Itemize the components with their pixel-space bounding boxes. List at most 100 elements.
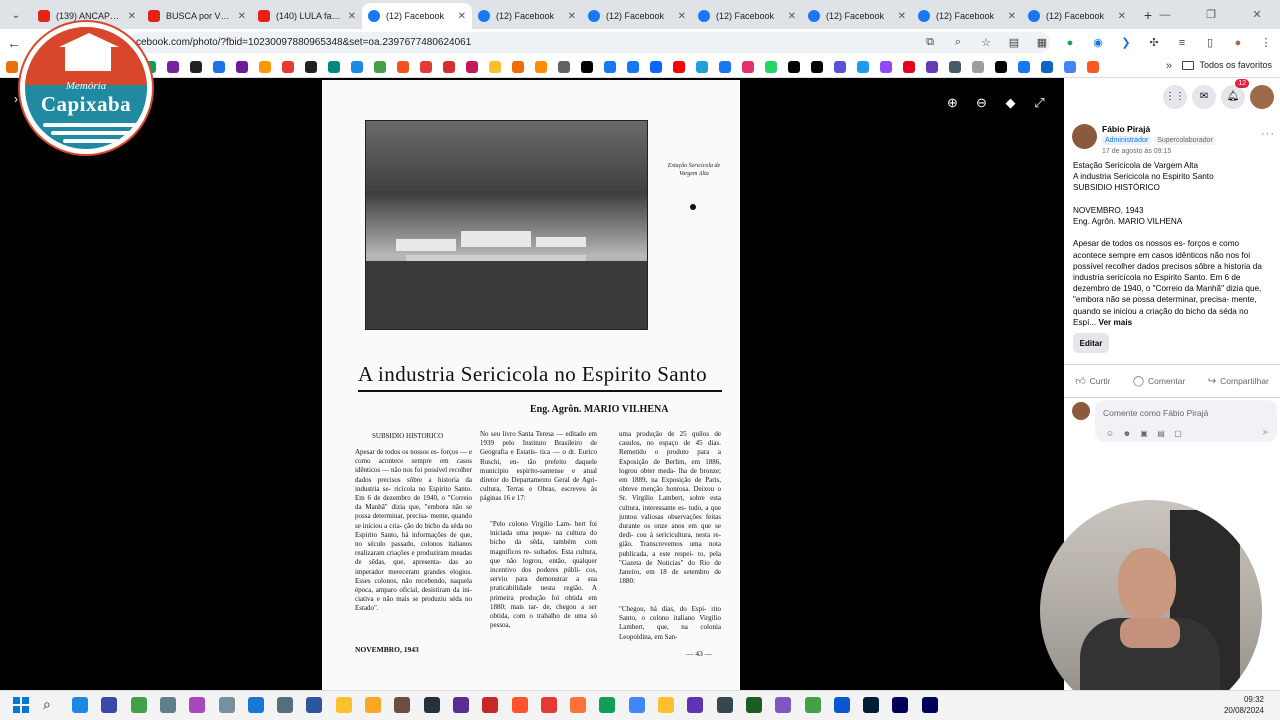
bookmark-favicon-icon[interactable]	[696, 60, 708, 73]
browser-tab[interactable]: (12) Facebook ✕	[692, 3, 802, 29]
tab-close-icon[interactable]: ✕	[898, 11, 906, 22]
bookmark-favicon-icon[interactable]	[834, 60, 846, 73]
bookmark-favicon-icon[interactable]	[397, 60, 409, 73]
taskbar-app-icon[interactable]	[335, 697, 352, 713]
tab-close-icon[interactable]: ✕	[1008, 11, 1016, 22]
taskbar-app-icon[interactable]	[306, 697, 323, 713]
taskbar-app-icon[interactable]	[72, 697, 88, 713]
bookmark-favicon-icon[interactable]	[305, 60, 317, 73]
taskbar-app-icon[interactable]	[482, 697, 499, 713]
puzzle-icon[interactable]: ✣	[1143, 32, 1165, 54]
edit-button[interactable]: Editar	[1073, 333, 1109, 353]
bookmark-favicon-icon[interactable]	[995, 60, 1007, 73]
reading-list-icon[interactable]: ≡	[1171, 32, 1193, 54]
taskbar-app-icon[interactable]	[687, 697, 704, 713]
tab-close-icon[interactable]: ✕	[678, 11, 686, 22]
bookmark-favicon-icon[interactable]	[581, 60, 593, 73]
browser-tab[interactable]: (12) Facebook ✕	[802, 3, 912, 29]
taskbar-app-icon[interactable]	[130, 697, 147, 713]
taskbar-app-icon[interactable]	[628, 697, 645, 713]
taskbar-app-icon[interactable]	[921, 697, 938, 713]
bookmark-favicon-icon[interactable]	[167, 60, 179, 73]
bookmark-favicon-icon[interactable]	[604, 60, 616, 73]
bookmark-favicon-icon[interactable]	[857, 60, 869, 73]
bookmark-favicon-icon[interactable]	[673, 60, 685, 73]
taskbar-app-icon[interactable]	[804, 697, 821, 713]
tab-close-icon[interactable]: ✕	[568, 11, 576, 22]
taskbar-app-icon[interactable]	[570, 697, 587, 713]
bookmark-favicon-icon[interactable]	[903, 60, 915, 73]
taskbar-app-icon[interactable]	[745, 697, 762, 713]
taskbar-app-icon[interactable]	[775, 697, 792, 713]
bookmark-favicon-icon[interactable]	[236, 60, 248, 73]
browser-tab[interactable]: BUSCA por VPN n ✕	[142, 3, 252, 29]
search-icon[interactable]: ⌕	[43, 696, 51, 713]
close-window-icon[interactable]: ✕	[1234, 0, 1280, 29]
bookmark-favicon-icon[interactable]	[1087, 60, 1099, 73]
taskbar-app-icon[interactable]	[540, 697, 557, 713]
comment-input[interactable]: Comente como Fábio Pirajá ☺ ☻ ▣ ▤ ▢ ➤	[1095, 400, 1277, 442]
browser-tab[interactable]: (12) Facebook ✕	[362, 3, 472, 29]
taskbar-app-icon[interactable]	[863, 697, 880, 713]
taskbar-app-icon[interactable]	[101, 697, 118, 713]
tab-close-icon[interactable]: ✕	[238, 11, 246, 22]
zoom-out-icon[interactable]: ⊖	[967, 92, 996, 114]
bookmark-favicon-icon[interactable]	[1064, 60, 1076, 73]
taskbar-app-icon[interactable]	[189, 697, 206, 713]
browser-menu-icon[interactable]: ⋮	[1255, 32, 1277, 54]
bookmark-favicon-icon[interactable]	[558, 60, 570, 73]
zoom-in-icon[interactable]: ⊕	[938, 92, 967, 114]
comment-button[interactable]: ◯ Comentar	[1133, 376, 1186, 387]
bookmark-favicon-icon[interactable]	[926, 60, 938, 73]
tag-icon[interactable]: ◆	[996, 92, 1025, 114]
browser-tab[interactable]: (12) Facebook ✕	[912, 3, 1022, 29]
bookmark-star-icon[interactable]: ☆	[975, 32, 997, 54]
send-icon[interactable]: ➤	[1261, 427, 1269, 438]
post-author[interactable]: Fábio Pirajá	[1102, 124, 1150, 134]
like-button[interactable]: 👍︎ Curtir	[1075, 375, 1110, 387]
avatar-sticker-icon[interactable]: ☺	[1103, 428, 1117, 438]
fullscreen-icon[interactable]: ⤢	[1025, 92, 1054, 114]
bookmark-favicon-icon[interactable]	[512, 60, 524, 73]
extension-icon[interactable]: ▤	[1003, 32, 1025, 54]
bookmark-favicon-icon[interactable]	[650, 60, 662, 73]
bookmark-favicon-icon[interactable]	[1018, 60, 1030, 73]
bookmark-favicon-icon[interactable]	[949, 60, 961, 73]
taskbar-app-icon[interactable]	[511, 697, 528, 713]
bookmark-favicon-icon[interactable]	[489, 60, 501, 73]
browser-tab[interactable]: (12) Facebook ✕	[582, 3, 692, 29]
restore-icon[interactable]: ❐	[1188, 0, 1234, 29]
tab-search-button[interactable]: ⌄	[4, 3, 28, 27]
bookmark-favicon-icon[interactable]	[719, 60, 731, 73]
browser-tab[interactable]: (12) Facebook ✕	[1022, 3, 1132, 29]
bookmark-favicon-icon[interactable]	[351, 60, 363, 73]
author-avatar[interactable]	[1072, 124, 1097, 149]
bookmark-favicon-icon[interactable]	[742, 60, 754, 73]
side-panel-icon[interactable]: ▯	[1199, 32, 1221, 54]
extension-icon[interactable]: ◉	[1087, 32, 1109, 54]
browser-tab[interactable]: (140) LULA favore ✕	[252, 3, 362, 29]
taskbar-app-icon[interactable]	[716, 697, 733, 713]
camera-icon[interactable]: ▣	[1137, 428, 1151, 438]
post-timestamp[interactable]: 17 de agosto às 09:15	[1102, 148, 1171, 155]
bookmark-favicon-icon[interactable]	[190, 60, 202, 73]
bookmark-favicon-icon[interactable]	[466, 60, 478, 73]
profile-avatar[interactable]: ●	[1227, 32, 1249, 54]
see-more-link[interactable]: Ver mais	[1099, 318, 1133, 327]
post-options-button[interactable]: ···	[1261, 128, 1275, 140]
bookmark-favicon-icon[interactable]	[535, 60, 547, 73]
tab-close-icon[interactable]: ✕	[128, 11, 136, 22]
extension-icon[interactable]: ●	[1059, 32, 1081, 54]
taskbar-app-icon[interactable]	[423, 697, 440, 713]
taskbar-app-icon[interactable]	[394, 697, 411, 713]
start-button[interactable]	[13, 697, 29, 713]
menu-grid-button[interactable]: ⋮⋮	[1163, 84, 1187, 109]
bookmark-favicon-icon[interactable]	[627, 60, 639, 73]
extension-icon[interactable]: ❯	[1115, 32, 1137, 54]
bookmarks-overflow-button[interactable]: »	[1166, 60, 1172, 72]
bookmark-favicon-icon[interactable]	[259, 60, 271, 73]
share-button[interactable]: ↪ Compartilhar	[1208, 376, 1269, 387]
emoji-icon[interactable]: ☻	[1120, 428, 1134, 438]
taskbar-app-icon[interactable]	[277, 697, 294, 713]
profile-avatar[interactable]	[1250, 84, 1274, 109]
